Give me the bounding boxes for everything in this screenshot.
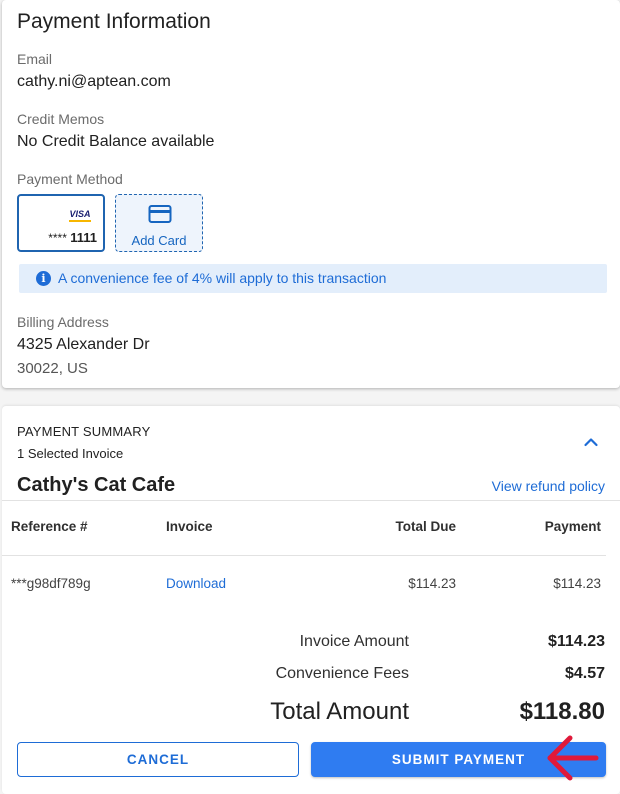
card-number: **** 1111: [48, 230, 97, 245]
email-value: cathy.ni@aptean.com: [17, 73, 171, 90]
red-arrow-icon: [547, 735, 599, 781]
payment-information-title: Payment Information: [17, 10, 211, 33]
column-header-reference: Reference #: [11, 519, 88, 534]
credit-memos-label: Credit Memos: [17, 111, 105, 127]
email-label: Email: [17, 51, 53, 67]
billing-address-line1: 4325 Alexander Dr: [17, 336, 150, 353]
divider: [2, 555, 606, 556]
merchant-name: Cathy's Cat Cafe: [17, 474, 176, 496]
credit-card-icon: [148, 205, 172, 223]
payment-method-label: Payment Method: [17, 171, 123, 187]
total-amount-value: $118.80: [519, 698, 605, 725]
divider: [2, 500, 620, 501]
cancel-button[interactable]: CANCEL: [17, 742, 299, 777]
payment-summary-title: PAYMENT SUMMARY: [17, 424, 151, 439]
convenience-fees-label: Convenience Fees: [275, 665, 409, 682]
card-mask: ****: [48, 231, 67, 245]
column-header-invoice: Invoice: [166, 519, 213, 534]
row-payment: $114.23: [553, 576, 601, 591]
saved-visa-card[interactable]: VISA **** 1111: [17, 194, 105, 252]
convenience-fee-text: A convenience fee of 4% will apply to th…: [58, 270, 387, 286]
billing-address-line2: 30022, US: [17, 360, 88, 377]
download-invoice-link[interactable]: Download: [166, 576, 226, 591]
add-card-label: Add Card: [131, 233, 187, 248]
selected-invoice-count: 1 Selected Invoice: [17, 446, 124, 461]
row-reference: ***g98df789g: [11, 576, 91, 591]
payment-summary-card: PAYMENT SUMMARY 1 Selected Invoice Cathy…: [2, 406, 620, 794]
card-last4: 1111: [70, 230, 97, 245]
info-icon: i: [36, 271, 51, 286]
view-refund-policy-link[interactable]: View refund policy: [492, 478, 605, 494]
chevron-up-icon[interactable]: [577, 428, 605, 456]
invoice-amount-label: Invoice Amount: [299, 633, 409, 650]
row-total-due: $114.23: [408, 576, 456, 591]
column-header-total-due: Total Due: [395, 519, 457, 534]
payment-information-card: Payment Information Email cathy.ni@aptea…: [2, 0, 620, 388]
credit-memos-value: No Credit Balance available: [17, 133, 215, 150]
convenience-fee-notice: i A convenience fee of 4% will apply to …: [19, 264, 607, 293]
total-amount-label: Total Amount: [270, 698, 409, 725]
billing-address-label: Billing Address: [17, 314, 109, 330]
visa-logo: VISA: [67, 209, 93, 222]
column-header-payment: Payment: [544, 519, 601, 534]
add-card-button[interactable]: Add Card: [115, 194, 203, 252]
invoice-amount-value: $114.23: [548, 633, 605, 650]
convenience-fees-value: $4.57: [564, 665, 605, 682]
